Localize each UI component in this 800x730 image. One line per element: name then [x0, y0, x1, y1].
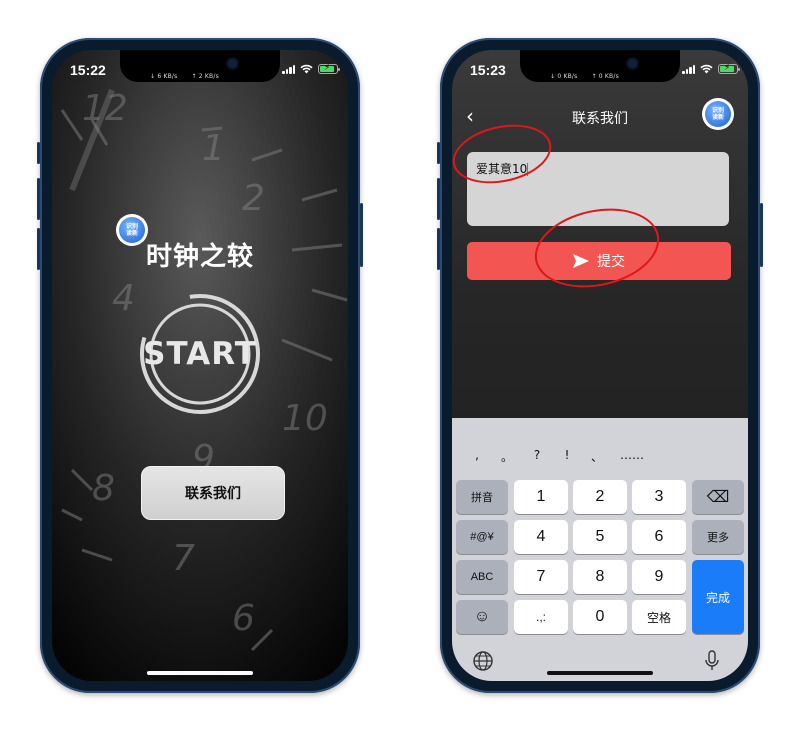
status-time: 15:23 [470, 62, 506, 78]
side-button [37, 142, 40, 164]
key-1[interactable]: 1 [514, 480, 568, 514]
svg-text:7: 7 [172, 538, 195, 579]
power-button [360, 203, 363, 267]
network-speed: ↓ 6 KB/s ↑ 2 KB/s [150, 73, 219, 80]
side-button [437, 178, 440, 220]
punct-key[interactable]: 。 [492, 448, 522, 468]
start-button[interactable]: START [136, 290, 264, 418]
cell-signal-icon [682, 64, 695, 74]
globe-icon[interactable] [472, 650, 494, 672]
key-3[interactable]: 3 [632, 480, 686, 514]
side-button [37, 178, 40, 220]
punct-key[interactable]: ? [522, 448, 552, 468]
status-time: 15:22 [70, 62, 106, 78]
power-button [760, 203, 763, 267]
svg-text:10: 10 [282, 398, 328, 439]
start-label: START [143, 336, 257, 372]
home-indicator[interactable] [147, 671, 253, 675]
key-symbols[interactable]: #@¥ [456, 520, 508, 554]
side-button [37, 228, 40, 270]
side-button [437, 228, 440, 270]
key-4[interactable]: 4 [514, 520, 568, 554]
home-indicator[interactable] [547, 671, 653, 675]
side-button [437, 142, 440, 164]
key-5[interactable]: 5 [573, 520, 627, 554]
key-pinyin[interactable]: 拼音 [456, 480, 508, 514]
svg-text:6: 6 [232, 598, 255, 639]
battery-icon: ⚡ [318, 63, 340, 74]
contact-us-button[interactable]: 联系我们 [141, 466, 285, 520]
cell-signal-icon [282, 64, 295, 74]
key-7[interactable]: 7 [514, 560, 568, 594]
punct-key[interactable]: …… [612, 448, 652, 468]
status-bar: 15:22 ↓ 6 KB/s ↑ 2 KB/s ⚡ [40, 62, 360, 82]
app-title: 时钟之较 [145, 242, 254, 272]
wifi-icon [700, 64, 713, 74]
key-6[interactable]: 6 [632, 520, 686, 554]
network-speed: ↓ 0 KB/s ↑ 0 KB/s [550, 73, 619, 80]
svg-text:4: 4 [112, 278, 135, 319]
key-8[interactable]: 8 [573, 560, 627, 594]
punctuation-bar: , 。 ? ! 、 …… [462, 448, 738, 468]
punct-key[interactable]: , [462, 448, 492, 468]
key-more[interactable]: 更多 [692, 520, 744, 554]
svg-text:2: 2 [242, 178, 265, 219]
key-done[interactable]: 完成 [692, 560, 744, 634]
left-screen: 12 1 2 4 10 9 7 6 8 识别读新 时钟之较 START [52, 50, 348, 681]
svg-text:1: 1 [202, 128, 225, 169]
key-9[interactable]: 9 [632, 560, 686, 594]
key-0[interactable]: 0 [573, 600, 627, 634]
emoji-icon[interactable]: ☺ [456, 600, 508, 634]
wifi-icon [300, 64, 313, 74]
right-phone-frame: ‹ 联系我们 识别 读新 爱其意10 提交 , 。 ? ! 、 …… 拼音 #@¥… [437, 38, 763, 693]
key-space[interactable]: 空格 [632, 600, 686, 634]
svg-text:8: 8 [92, 468, 115, 509]
key-punct[interactable]: .,: [514, 600, 568, 634]
delete-icon[interactable]: ⌫ [692, 480, 744, 514]
status-bar: 15:23 ↓ 0 KB/s ↑ 0 KB/s ⚡ [440, 62, 760, 82]
punct-key[interactable]: ! [552, 448, 582, 468]
battery-icon: ⚡ [718, 63, 740, 74]
page-title: 联系我们 [572, 111, 628, 127]
punct-key[interactable]: 、 [582, 448, 612, 468]
key-abc[interactable]: ABC [456, 560, 508, 594]
microphone-icon[interactable] [704, 650, 720, 672]
key-2[interactable]: 2 [573, 480, 627, 514]
left-phone-frame: 12 1 2 4 10 9 7 6 8 识别读新 时钟之较 START [37, 38, 363, 693]
numeric-keyboard: , 。 ? ! 、 …… 拼音 #@¥ ABC ☺ 1 2 3 4 5 6 7 … [452, 418, 748, 681]
